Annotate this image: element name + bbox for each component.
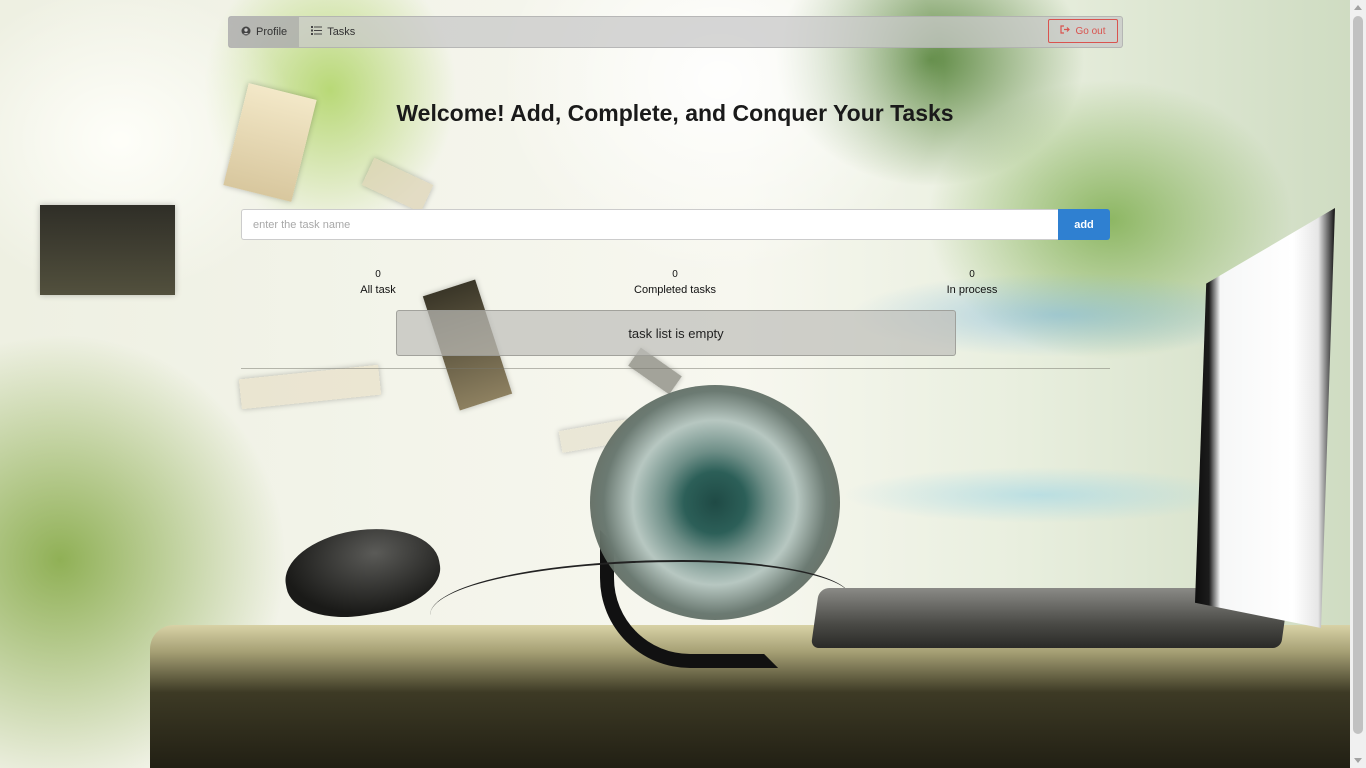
nav-item-label: Profile [256, 26, 288, 38]
stat-label: All task [360, 284, 396, 296]
stat-completed-tasks: 0 Completed tasks [605, 268, 745, 298]
flying-card [40, 205, 175, 295]
stat-value: 0 [969, 269, 975, 280]
task-name-input[interactable] [241, 209, 1058, 240]
stat-value: 0 [672, 269, 678, 280]
add-task-form: add [241, 209, 1110, 240]
empty-message: task list is empty [628, 325, 724, 341]
go-out-label: Go out [1075, 25, 1106, 37]
divider [241, 368, 1110, 369]
flying-card [238, 364, 382, 410]
stat-in-process: 0 In process [902, 268, 1042, 298]
vertical-scrollbar[interactable] [1350, 0, 1366, 768]
nav-item-profile[interactable]: Profile [229, 17, 300, 47]
nav-item-label: Tasks [327, 26, 356, 38]
user-circle-icon [241, 26, 256, 39]
nav-item-tasks[interactable]: Tasks [299, 17, 367, 47]
stat-label: In process [946, 284, 998, 296]
stat-all-tasks: 0 All task [308, 268, 448, 298]
mouse-cable [430, 560, 850, 652]
scrollbar-thumb[interactable] [1353, 16, 1363, 734]
sign-out-icon [1060, 25, 1075, 37]
top-navbar: Profile Tasks Go out [228, 16, 1123, 48]
computer-mouse [278, 517, 447, 628]
flying-card [361, 157, 434, 213]
add-task-button[interactable]: add [1058, 209, 1110, 240]
scroll-down-arrow-icon[interactable] [1354, 758, 1362, 763]
stat-label: Completed tasks [634, 284, 716, 296]
task-list-empty: task list is empty [396, 310, 956, 356]
go-out-button[interactable]: Go out [1048, 19, 1118, 43]
scroll-up-arrow-icon[interactable] [1354, 5, 1362, 10]
stat-value: 0 [375, 269, 381, 280]
page-title: Welcome! Add, Complete, and Conquer Your… [396, 100, 954, 126]
list-icon [311, 26, 327, 38]
